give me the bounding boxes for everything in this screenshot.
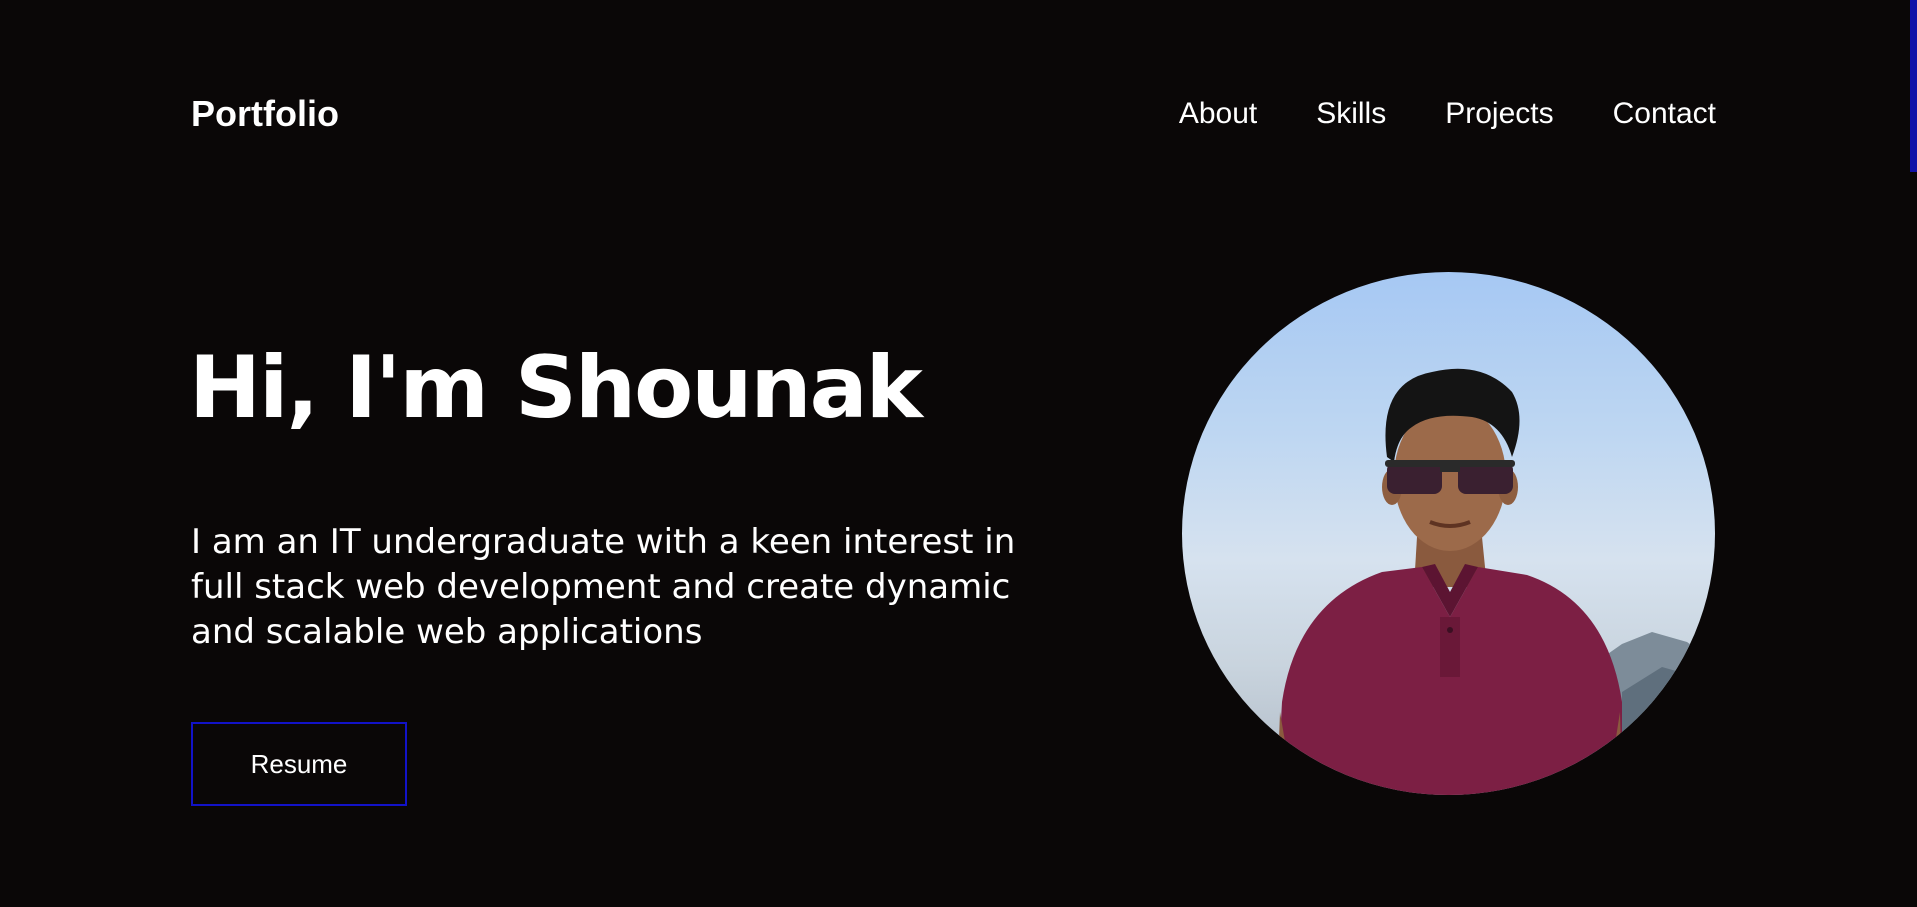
profile-photo: [1182, 272, 1715, 795]
scrollbar-track[interactable]: [1906, 0, 1917, 907]
brand-logo[interactable]: Portfolio: [191, 92, 339, 136]
scrollbar-thumb[interactable]: [1910, 0, 1917, 172]
page: Portfolio About Skills Projects Contact …: [0, 0, 1917, 907]
hero-title: Hi, I'm Shounak: [189, 338, 923, 438]
nav-projects[interactable]: Projects: [1445, 92, 1553, 136]
profile-photo-illustration: [1277, 368, 1715, 795]
nav-skills[interactable]: Skills: [1316, 92, 1386, 136]
hero-description: I am an IT undergraduate with a keen int…: [191, 522, 1016, 652]
main-nav: About Skills Projects Contact: [1179, 92, 1716, 136]
nav-contact[interactable]: Contact: [1613, 92, 1716, 136]
nav-about[interactable]: About: [1179, 92, 1257, 136]
resume-button[interactable]: Resume: [191, 722, 407, 806]
